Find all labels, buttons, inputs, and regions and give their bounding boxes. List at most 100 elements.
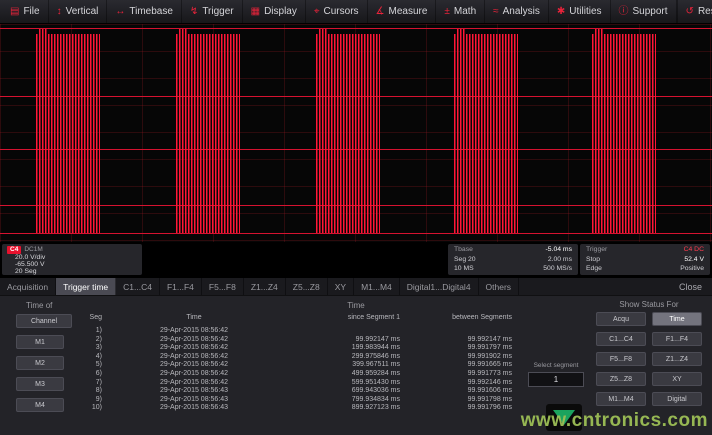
waveform-burst-attack — [39, 184, 48, 233]
cell-seg: 9) — [72, 396, 106, 405]
source-button-channel[interactable]: Channel — [16, 314, 72, 328]
cell-between: 99.991773 ms — [410, 370, 522, 379]
tab-z5-z8[interactable]: Z5...Z8 — [286, 278, 328, 295]
source-button-m1[interactable]: M1 — [16, 335, 64, 349]
source-buttons: Channel M1 M2 M3 M4 — [16, 314, 72, 412]
display-icon: ▦ — [251, 7, 260, 17]
status-button-z1-z4[interactable]: Z1...Z4 — [652, 352, 702, 366]
reset-icon: ↺ — [686, 7, 694, 17]
cell-between: 99.991796 ms — [410, 404, 522, 413]
menu-display[interactable]: ▦Display — [243, 0, 306, 23]
tab-acquisition[interactable]: Acquisition — [0, 278, 56, 295]
source-button-m2[interactable]: M2 — [16, 356, 64, 370]
menu-support[interactable]: ⓘSupport — [611, 0, 677, 23]
tbase-points: 10 MS — [454, 264, 474, 274]
tab-m1-m4[interactable]: M1...M4 — [354, 278, 400, 295]
tab-xy[interactable]: XY — [328, 278, 354, 295]
tab-c1-c4[interactable]: C1...C4 — [116, 278, 160, 295]
menu-analysis[interactable]: ≈ Analysis — [485, 0, 549, 23]
trigger-label: Trigger — [586, 245, 607, 255]
menu-file[interactable]: ▤File — [2, 0, 49, 23]
segment-divider-line — [0, 233, 712, 234]
source-button-m4[interactable]: M4 — [16, 398, 64, 412]
menu-trigger[interactable]: ↯Trigger — [182, 0, 243, 23]
channel-header: C4 DC1M — [7, 245, 137, 254]
status-button-f5-f8[interactable]: F5...F8 — [596, 352, 646, 366]
select-segment-label: Select segment — [528, 362, 584, 369]
math-icon: ± — [444, 7, 450, 17]
cell-since: 599.951430 ms — [282, 379, 410, 388]
cell-since: 699.943036 ms — [282, 387, 410, 396]
cell-seg: 4) — [72, 353, 106, 362]
tab-trigger-time[interactable]: Trigger time — [56, 278, 116, 295]
waveform-display[interactable] — [0, 24, 712, 242]
source-button-m3[interactable]: M3 — [16, 377, 64, 391]
table-row: 3)29-Apr-2015 08:56:42199.983944 ms99.99… — [72, 344, 522, 353]
status-button-time[interactable]: Time — [652, 312, 702, 326]
trigger-type: Edge — [586, 264, 602, 274]
cell-seg: 2) — [72, 336, 106, 345]
status-button-z5-z8[interactable]: Z5...Z8 — [596, 372, 646, 386]
status-button-xy[interactable]: XY — [652, 372, 702, 386]
channel-scale: 20.0 V/div — [7, 254, 137, 261]
channel-coupling: DC1M — [24, 246, 42, 253]
measure-icon: ∡ — [376, 7, 385, 17]
status-button-digital[interactable]: Digital — [652, 392, 702, 406]
table-row: 5)29-Apr-2015 08:56:42399.967511 ms99.99… — [72, 361, 522, 370]
tab-f5-f8[interactable]: F5...F8 — [202, 278, 244, 295]
column-header: Seg — [72, 314, 106, 327]
menu-measure[interactable]: ∡Measure — [368, 0, 437, 23]
file-icon: ▤ — [10, 7, 19, 17]
tab-others[interactable]: Others — [479, 278, 520, 295]
segment-divider-line — [0, 28, 712, 29]
menu-label: Analysis — [503, 6, 540, 17]
timebase-descriptor[interactable]: Tbase -5.04 ms Seg 20 2.00 ms 10 MS 500 … — [448, 244, 578, 275]
menu-label: Vertical — [66, 6, 99, 17]
cell-seg: 10) — [72, 404, 106, 413]
cell-time: 29-Apr-2015 08:56:42 — [106, 370, 282, 379]
close-button[interactable]: Close — [669, 278, 712, 295]
tbase-segments: Seg 20 — [454, 255, 476, 265]
show-status-label: Show Status For — [596, 300, 702, 309]
trigger-descriptor[interactable]: Trigger C4 DC Stop 52.4 V Edge Positive — [580, 244, 710, 275]
menu-timebase[interactable]: ↔Timebase — [107, 0, 182, 23]
status-button-m1-m4[interactable]: M1...M4 — [596, 392, 646, 406]
tab-z1-z4[interactable]: Z1...Z4 — [244, 278, 286, 295]
table-row: 8)29-Apr-2015 08:56:43699.943036 ms99.99… — [72, 387, 522, 396]
menu-cursors[interactable]: ⌖Cursors — [306, 0, 368, 23]
waveform-burst-attack — [457, 184, 466, 233]
menu-math[interactable]: ±Math — [436, 0, 485, 23]
segment-time-table: SegTimesince Segment 1between Segments1)… — [72, 314, 522, 413]
select-segment-input[interactable]: 1 — [528, 372, 584, 387]
cell-seg: 7) — [72, 379, 106, 388]
channel-segments: 20 Seg — [7, 268, 137, 275]
cell-between: 99.991797 ms — [410, 344, 522, 353]
status-button-f1-f4[interactable]: F1...F4 — [652, 332, 702, 346]
status-button-c1-c4[interactable]: C1...C4 — [596, 332, 646, 346]
table-row: 7)29-Apr-2015 08:56:42599.951430 ms99.99… — [72, 379, 522, 388]
trigger-mode: Stop — [586, 255, 600, 265]
status-button-acqu[interactable]: Acqu — [596, 312, 646, 326]
menu-utilities[interactable]: ✱Utilities — [549, 0, 611, 23]
status-strip: C4 DC1M 20.0 V/div -65.500 V 20 Seg Tbas… — [0, 242, 712, 278]
cell-since: 99.992147 ms — [282, 336, 410, 345]
cell-between: 99.991606 ms — [410, 387, 522, 396]
cell-time: 29-Apr-2015 08:56:42 — [106, 379, 282, 388]
tab-f1-f4[interactable]: F1...F4 — [160, 278, 202, 295]
cell-time: 29-Apr-2015 08:56:42 — [106, 344, 282, 353]
table-row: 2)29-Apr-2015 08:56:4299.992147 ms99.992… — [72, 336, 522, 345]
cell-between: 99.991798 ms — [410, 396, 522, 405]
cell-time: 29-Apr-2015 08:56:43 — [106, 404, 282, 413]
cell-between: 99.991665 ms — [410, 361, 522, 370]
menu-right: ↺ Reset — [677, 0, 712, 23]
reset-button[interactable]: ↺ Reset — [677, 0, 712, 23]
cell-seg: 6) — [72, 370, 106, 379]
tab-digital1-digital4[interactable]: Digital1...Digital4 — [400, 278, 479, 295]
channel-descriptor-c4[interactable]: C4 DC1M 20.0 V/div -65.500 V 20 Seg — [2, 244, 142, 275]
cell-since: 799.934834 ms — [282, 396, 410, 405]
column-header: since Segment 1 — [282, 314, 410, 327]
analysis-icon: ≈ — [493, 7, 499, 17]
menu-vertical[interactable]: ↕Vertical — [49, 0, 108, 23]
cell-time: 29-Apr-2015 08:56:43 — [106, 396, 282, 405]
waveform-burst-attack — [179, 184, 188, 233]
